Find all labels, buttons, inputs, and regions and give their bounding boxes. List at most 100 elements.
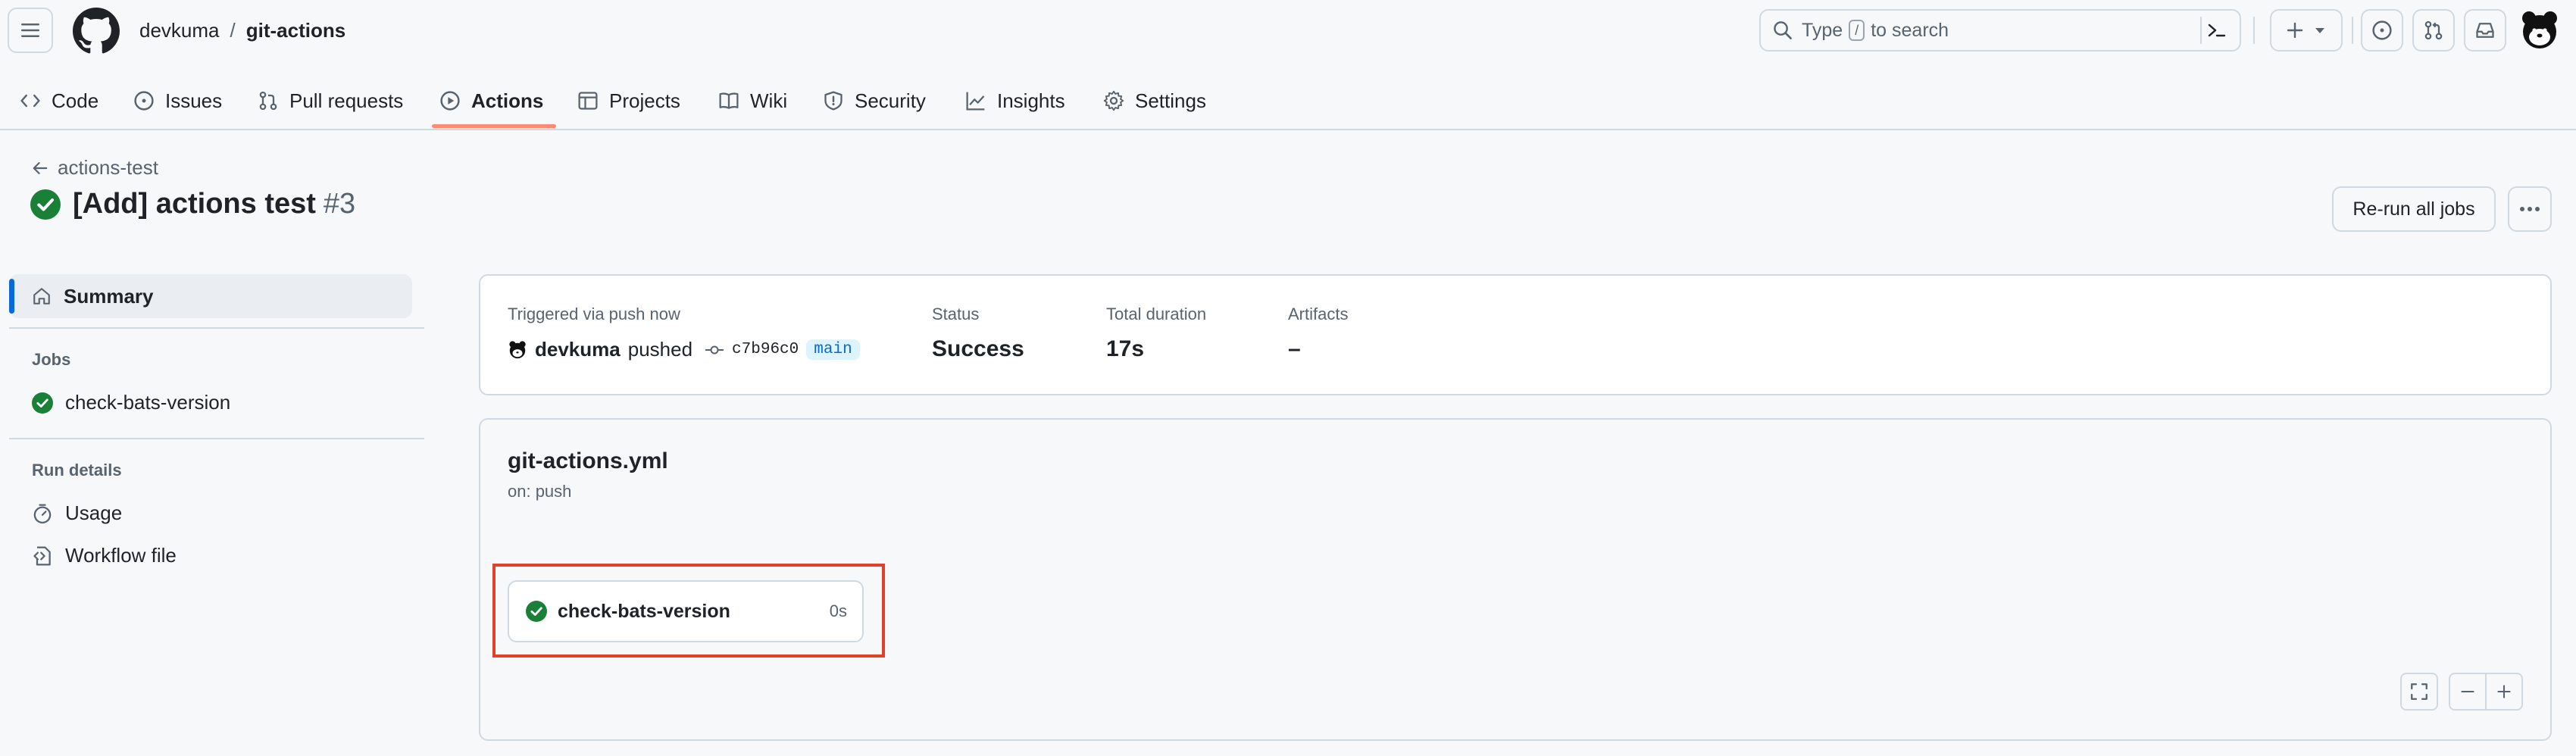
user-avatar[interactable]: [2518, 9, 2561, 52]
duration-label: Total duration: [1106, 305, 1207, 323]
sidebar-item-usage[interactable]: Usage: [32, 501, 122, 525]
check-circle-fill-icon: [30, 189, 61, 220]
github-logo-icon[interactable]: [73, 8, 120, 55]
tab-projects[interactable]: Projects: [577, 73, 680, 129]
repo-nav: Code Issues Pull requests Actions Projec…: [0, 73, 2576, 129]
file-code-icon: [33, 545, 51, 566]
sidebar-divider: [9, 438, 424, 439]
check-circle-fill-icon: [526, 601, 547, 622]
plus-icon: [2497, 685, 2511, 698]
shield-icon: [824, 91, 843, 111]
issues-button[interactable]: [2361, 9, 2403, 52]
create-new-button[interactable]: [2270, 9, 2343, 52]
run-details-heading: Run details: [32, 461, 122, 480]
repo-owner-link[interactable]: devkuma: [139, 17, 220, 44]
kebab-horizontal-icon: [2520, 207, 2540, 211]
tab-pull-requests[interactable]: Pull requests: [258, 73, 403, 129]
branch-label[interactable]: main: [806, 339, 860, 360]
graph-icon: [966, 92, 985, 111]
repo-name-link[interactable]: git-actions: [246, 17, 345, 44]
menu-button[interactable]: [8, 8, 53, 53]
fullscreen-button[interactable]: [2400, 673, 2438, 711]
workflow-file-name: git-actions.yml: [508, 448, 668, 473]
run-summary-card: Triggered via push now devkuma pushed c7…: [479, 274, 2552, 395]
hamburger-icon: [21, 23, 39, 37]
trigger-label: Triggered via push now: [508, 305, 680, 323]
plus-icon: [2287, 22, 2303, 39]
terminal-icon: [2208, 23, 2226, 37]
more-options-button[interactable]: [2508, 186, 2552, 232]
workflow-graph: git-actions.yml on: push check-bats-vers…: [479, 418, 2552, 741]
run-title-text: [Add] actions test: [73, 188, 316, 220]
book-icon: [719, 92, 739, 109]
play-icon: [440, 91, 460, 111]
header-divider: [2352, 17, 2353, 44]
zoom-in-button[interactable]: [2485, 673, 2523, 711]
git-pull-request-icon: [2424, 20, 2443, 40]
duration-value: 17s: [1106, 336, 1145, 361]
back-to-workflow-link[interactable]: actions-test: [32, 156, 158, 180]
back-link-label: actions-test: [58, 156, 158, 179]
sidebar-item-summary[interactable]: Summary: [9, 274, 412, 318]
tab-actions[interactable]: Actions: [439, 73, 543, 129]
issue-opened-icon: [134, 91, 154, 111]
tab-issues[interactable]: Issues: [133, 73, 222, 129]
sidebar-item-label: Workflow file: [65, 544, 177, 567]
search-placeholder-suffix: to search: [1871, 19, 1949, 41]
zoom-out-button[interactable]: [2449, 673, 2487, 711]
home-icon: [33, 288, 50, 305]
actor-name-link[interactable]: devkuma: [535, 338, 621, 361]
slash-key-hint: /: [1849, 20, 1865, 41]
gear-icon: [1103, 90, 1124, 111]
tab-insights[interactable]: Insights: [965, 73, 1065, 129]
job-node-name: check-bats-version: [558, 600, 730, 622]
pull-requests-button[interactable]: [2412, 9, 2455, 52]
status-value: Success: [932, 336, 1024, 361]
page-title: [Add] actions test #3: [30, 188, 355, 220]
git-commit-icon: [705, 345, 724, 354]
dash-icon: [2461, 690, 2474, 693]
screen-full-icon: [2411, 683, 2428, 700]
job-node-duration: 0s: [829, 601, 847, 620]
tab-label: Actions: [471, 89, 544, 112]
table-icon: [578, 92, 598, 110]
search-input[interactable]: Type / to search: [1759, 9, 2241, 52]
tab-code[interactable]: Code: [20, 73, 98, 129]
tab-label: Issues: [165, 89, 223, 112]
run-number: #3: [323, 188, 356, 220]
code-icon: [20, 94, 40, 108]
issue-opened-icon: [2372, 20, 2392, 40]
search-icon: [1774, 21, 1792, 39]
tab-label: Wiki: [750, 89, 788, 112]
sidebar-item-job[interactable]: check-bats-version: [32, 391, 230, 414]
inbox-button[interactable]: [2464, 9, 2506, 52]
tab-label: Code: [52, 89, 99, 112]
inbox-icon: [2476, 23, 2494, 38]
artifacts-value: –: [1288, 336, 1301, 361]
trigger-action: pushed: [627, 338, 693, 361]
search-placeholder-prefix: Type: [1802, 19, 1843, 41]
rerun-all-jobs-button[interactable]: Re-run all jobs: [2332, 186, 2496, 232]
commit-sha-link[interactable]: c7b96c0: [732, 341, 799, 358]
command-palette-button[interactable]: [2200, 17, 2232, 44]
sidebar-divider: [9, 327, 424, 329]
breadcrumb-separator: /: [230, 19, 236, 42]
sidebar-item-workflow-file[interactable]: Workflow file: [32, 544, 177, 567]
trigger-details: devkuma pushed c7b96c0 main: [508, 338, 860, 361]
tab-wiki[interactable]: Wiki: [718, 73, 787, 129]
job-node[interactable]: check-bats-version 0s: [508, 580, 864, 642]
tab-security[interactable]: Security: [823, 73, 926, 129]
jobs-heading: Jobs: [32, 350, 71, 369]
tab-label: Pull requests: [289, 89, 404, 112]
actor-avatar[interactable]: [508, 340, 527, 360]
app-header: devkuma / git-actions Type / to search C…: [0, 0, 2576, 130]
active-tab-indicator: [432, 124, 556, 128]
tab-label: Security: [855, 89, 926, 112]
repo-breadcrumb: devkuma / git-actions: [139, 17, 345, 44]
status-label: Status: [932, 305, 980, 323]
triangle-down-icon: [2315, 28, 2324, 33]
sidebar-item-label: check-bats-version: [65, 391, 231, 414]
tab-settings[interactable]: Settings: [1103, 73, 1206, 129]
artifacts-label: Artifacts: [1288, 305, 1349, 323]
check-circle-fill-icon: [32, 392, 53, 414]
